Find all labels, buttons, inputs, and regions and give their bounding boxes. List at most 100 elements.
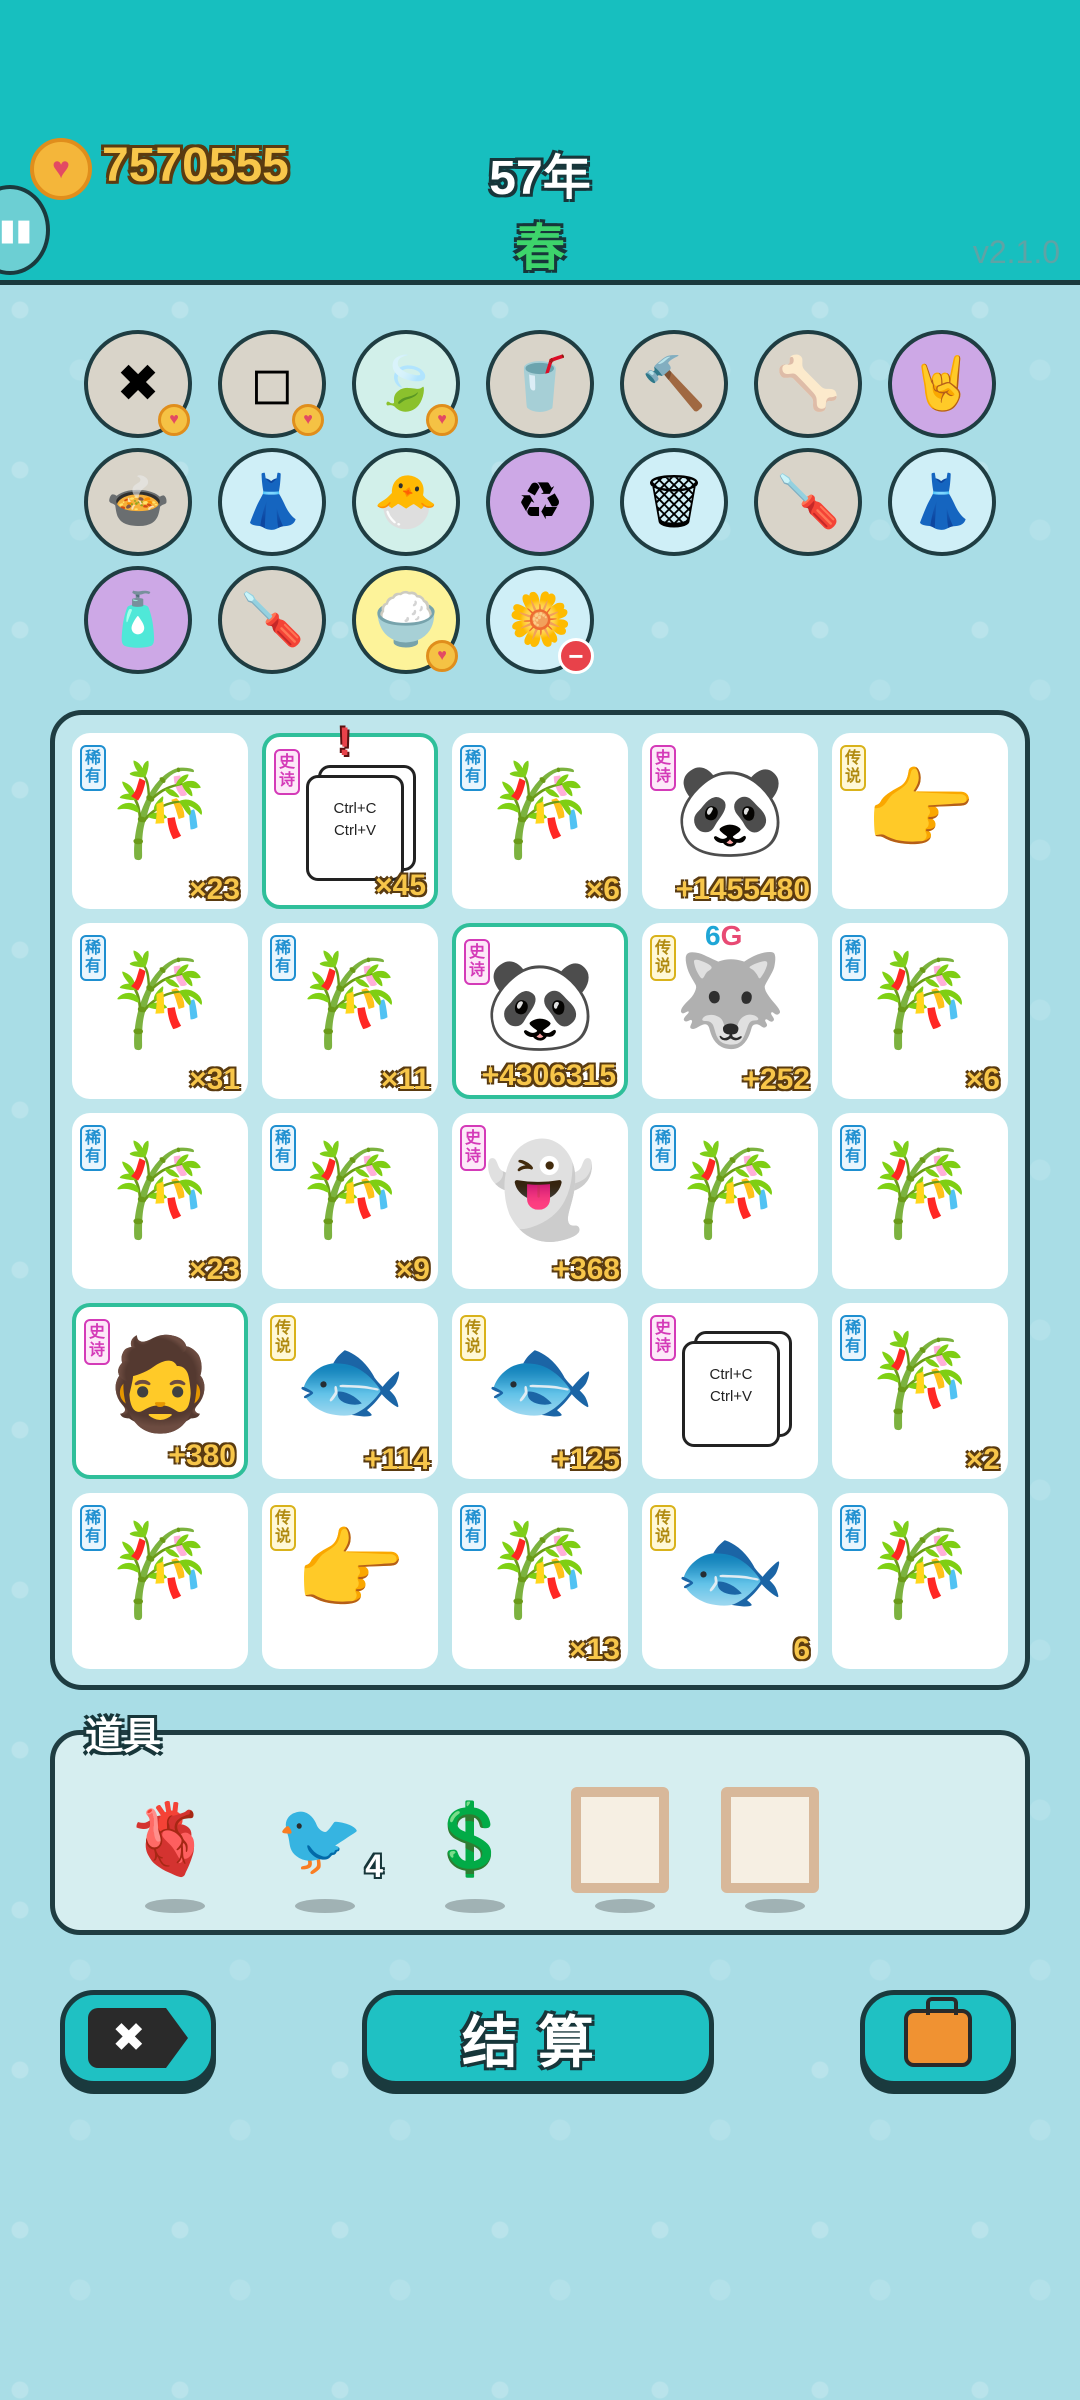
heart-badge-icon: ♥ — [292, 404, 324, 436]
cell-count: 6 — [793, 1633, 810, 1666]
grid-cell[interactable]: 稀有 🎋 — [72, 1493, 248, 1669]
skirt-icon[interactable]: 👗 — [888, 448, 996, 556]
cell-count: ×23 — [189, 873, 240, 906]
frame-shape — [571, 1787, 669, 1893]
bamboo-icon: 🎋 — [103, 1521, 217, 1621]
bearded-man-icon: 🧔 — [103, 1335, 217, 1435]
pet-food-bowl-icon[interactable]: 🦴 — [754, 330, 862, 438]
rock-hand-icon[interactable]: 🤘 — [888, 330, 996, 438]
grid-cell[interactable]: 稀有 🎋 ×11 — [262, 923, 438, 1099]
grid-cell[interactable]: 稀有 🎋 ×23 — [72, 733, 248, 909]
top-bar: ♥ 7570555 57年 春 v2.1.0 — [0, 0, 1080, 285]
level-badge: 6G — [705, 920, 742, 952]
grid-cell[interactable]: 稀有 🎋 — [642, 1113, 818, 1289]
garbage-bag-icon[interactable]: 🗑 — [620, 448, 728, 556]
grid-cell[interactable]: 史诗 🐼 +1455480 — [642, 733, 818, 909]
screwdriver-icon-glyph: 🪛 — [775, 473, 841, 531]
grid-cell[interactable]: 稀有 🎋 ×13 — [452, 1493, 628, 1669]
cell-count: +4306315 — [481, 1059, 616, 1092]
tool-shadow — [745, 1899, 805, 1913]
tag-x-icon-glyph: ✖ — [116, 355, 160, 413]
rice-bowl-icon-glyph: 🍚 — [373, 591, 439, 649]
bubble-tea-icon[interactable]: 🥤 — [486, 330, 594, 438]
rice-bowl-icon[interactable]: 🍚 ♥ — [352, 566, 460, 674]
rarity-tag: 史诗 — [650, 1315, 676, 1361]
grid-cell[interactable]: 稀有 🎋 ×23 — [72, 1113, 248, 1289]
koi-fish-icon: 🐟 — [483, 1331, 597, 1431]
settle-button-label: 结算 — [462, 2010, 614, 2074]
husky-king-icon: 🐺 — [673, 951, 787, 1051]
tools-panel: 🫀 🐦 4 💲 — [50, 1730, 1030, 1935]
cell-count: ×6 — [965, 1063, 1000, 1096]
grid-cell[interactable]: 稀有 🎋 ×2 — [832, 1303, 1008, 1479]
skirt-icon-glyph: 👗 — [239, 473, 305, 531]
card-text: Ctrl+C — [333, 800, 377, 817]
skirt-icon[interactable]: 👗 — [218, 448, 326, 556]
white-bird-icon[interactable]: 🐦 4 — [265, 1785, 383, 1913]
card-text: Ctrl+C — [709, 1366, 753, 1383]
chick-egg-icon-glyph: 🐣 — [373, 473, 439, 531]
hammer-icon[interactable]: 🔨 — [620, 330, 728, 438]
cell-count: +380 — [168, 1439, 236, 1472]
rarity-tag: 史诗 — [274, 749, 300, 795]
leaf-icon[interactable]: 🍃 ♥ — [352, 330, 460, 438]
recycle-icon-glyph: ♻ — [516, 473, 564, 531]
cell-count: ×9 — [395, 1253, 430, 1286]
bamboo-icon: 🎋 — [483, 761, 597, 861]
grid-cell[interactable]: 稀有 🎋 — [832, 1493, 1008, 1669]
grid-cell[interactable]: 传说 🐟 6 — [642, 1493, 818, 1669]
bamboo-icon: 🎋 — [673, 1141, 787, 1241]
cell-count: ×45 — [375, 869, 426, 902]
cell-count: +368 — [552, 1253, 620, 1286]
flower-pot-icon[interactable]: 🌼 − — [486, 566, 594, 674]
bamboo-icon: 🎋 — [863, 951, 977, 1051]
spray-bottle-icon-glyph: 🧴 — [105, 591, 171, 649]
pointing-hand-icon: 👉 — [293, 1521, 407, 1621]
liver-icon[interactable]: 🫀 — [115, 1785, 225, 1913]
grid-cell[interactable]: 史诗 Ctrl+C Ctrl+V — [642, 1303, 818, 1479]
grid-cell[interactable]: 传说 👉 — [832, 733, 1008, 909]
grid-cell[interactable]: 史诗 🐼 +4306315 — [452, 923, 628, 1099]
panda-king-icon: 🐼 — [483, 955, 597, 1055]
remove-button[interactable]: ✖ — [60, 1990, 216, 2086]
panda-king-icon: 🐼 — [673, 761, 787, 861]
card-text: Ctrl+V — [333, 822, 377, 839]
sugar-cubes-icon[interactable]: ◻ ♥ — [218, 330, 326, 438]
hammer-icon-glyph: 🔨 — [641, 355, 707, 413]
skirt-icon-glyph: 👗 — [909, 473, 975, 531]
cooking-pot-icon[interactable]: 🍲 — [84, 448, 192, 556]
tool-shadow — [445, 1899, 505, 1913]
level-number: 6 — [705, 920, 721, 951]
grid-cell[interactable]: 史诗 👻 +368 — [452, 1113, 628, 1289]
dollar-coin-icon[interactable]: 💲 — [415, 1785, 525, 1913]
screwdriver-icon[interactable]: 🪛 — [218, 566, 326, 674]
garbage-bag-icon-glyph: 🗑 — [640, 473, 707, 531]
empty-frame-icon[interactable] — [565, 1785, 675, 1913]
bamboo-icon: 🎋 — [483, 1521, 597, 1621]
grid-cell[interactable]: 稀有 🎋 ×6 — [452, 733, 628, 909]
heart-badge-icon: ♥ — [426, 640, 458, 672]
leaf-icon-glyph: 🍃 — [373, 355, 439, 413]
settle-button[interactable]: 结算 — [362, 1990, 714, 2086]
bamboo-icon: 🎋 — [863, 1331, 977, 1431]
spray-bottle-icon[interactable]: 🧴 — [84, 566, 192, 674]
grid-cell[interactable]: 传说 🐟 +114 — [262, 1303, 438, 1479]
grid-cell[interactable]: 稀有 🎋 ×9 — [262, 1113, 438, 1289]
grid-cell[interactable]: 传说 👉 — [262, 1493, 438, 1669]
grid-cell[interactable]: 稀有 🎋 ×31 — [72, 923, 248, 1099]
flower-pot-icon-glyph: 🌼 — [507, 591, 573, 649]
chick-egg-icon[interactable]: 🐣 — [352, 448, 460, 556]
tag-x-icon[interactable]: ✖ ♥ — [84, 330, 192, 438]
rock-hand-icon-glyph: 🤘 — [909, 355, 975, 413]
screwdriver-icon[interactable]: 🪛 — [754, 448, 862, 556]
bag-button[interactable] — [860, 1990, 1016, 2086]
cell-count: ×2 — [965, 1443, 1000, 1476]
empty-frame-icon[interactable] — [715, 1785, 825, 1913]
cell-count: ×6 — [585, 873, 620, 906]
grid-cell[interactable]: 史诗 🧔 +380 — [72, 1303, 248, 1479]
cell-count: +252 — [742, 1063, 810, 1096]
grid-cell[interactable]: 传说 🐟 +125 — [452, 1303, 628, 1479]
grid-cell[interactable]: 稀有 🎋 — [832, 1113, 1008, 1289]
grid-cell[interactable]: 稀有 🎋 ×6 — [832, 923, 1008, 1099]
recycle-icon[interactable]: ♻ — [486, 448, 594, 556]
